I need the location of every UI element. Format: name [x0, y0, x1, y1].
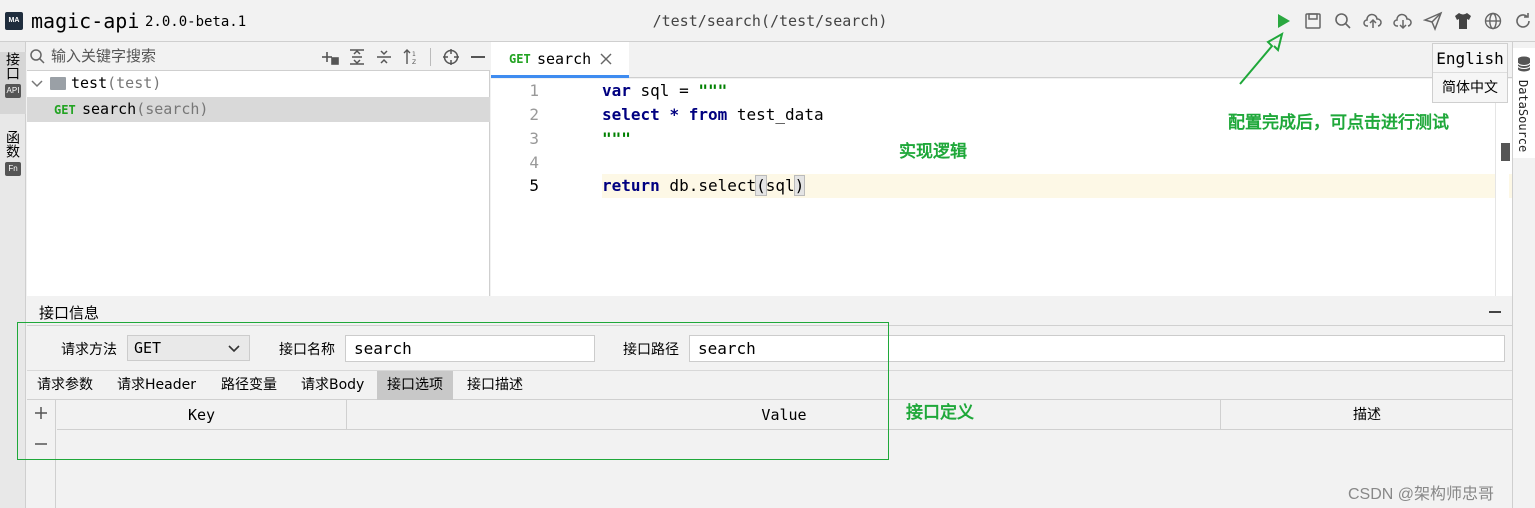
- sidebar-tab-function-label: 函数: [5, 130, 21, 158]
- app-name: magic-api: [31, 9, 140, 33]
- tree-item-label: search(search): [82, 100, 209, 118]
- line-number-gutter: 1 2 3 4 5: [491, 79, 601, 296]
- line-number: 4: [529, 153, 539, 172]
- line-number: 1: [529, 81, 539, 100]
- folder-icon: [50, 77, 66, 90]
- download-icon[interactable]: [1392, 10, 1414, 32]
- run-icon[interactable]: [1272, 10, 1294, 32]
- right-sidebar: DataSource: [1512, 42, 1535, 508]
- method-badge: GET: [509, 52, 531, 66]
- app-logo: MA: [5, 12, 23, 30]
- chevron-down-icon[interactable]: [31, 79, 43, 89]
- svg-text:1: 1: [412, 51, 416, 58]
- line-number-current: 5: [529, 176, 539, 195]
- method-badge: GET: [54, 103, 76, 117]
- code-line-current: return db.select(sql): [602, 174, 1512, 198]
- refresh-icon[interactable]: [1512, 10, 1534, 32]
- annotation-definition: 接口定义: [906, 403, 974, 423]
- sidebar-tab-function[interactable]: 函数 Fn: [0, 130, 26, 198]
- minimize-icon[interactable]: [467, 46, 488, 67]
- function-icon: Fn: [5, 162, 21, 176]
- tree-search-input[interactable]: [51, 45, 311, 67]
- annotation-run-hint: 配置完成后，可点击进行测试: [1228, 113, 1449, 133]
- column-header-description: 描述: [1353, 407, 1381, 423]
- app-version: 2.0.0-beta.1: [145, 14, 247, 30]
- line-number: 2: [529, 105, 539, 124]
- upload-icon[interactable]: [1362, 10, 1384, 32]
- api-icon: API: [5, 84, 21, 98]
- locate-icon[interactable]: [440, 46, 461, 67]
- line-number: 3: [529, 129, 539, 148]
- close-icon[interactable]: [599, 52, 613, 66]
- search-icon[interactable]: [1332, 10, 1354, 32]
- code-line: var sql = """: [602, 81, 728, 100]
- tab-label: search: [537, 50, 592, 68]
- tree-folder-label: test(test): [71, 74, 162, 92]
- api-tree-panel: 1Z test(test) GET search(search): [27, 42, 490, 296]
- svg-text:Z: Z: [412, 59, 416, 66]
- annotation-arrow-icon: [1239, 31, 1284, 85]
- header-toolbar: [1272, 10, 1534, 34]
- datasource-label: DataSource: [1516, 80, 1530, 153]
- tree-item-search[interactable]: GET search(search): [27, 97, 490, 122]
- language-option-english[interactable]: English: [1433, 44, 1507, 73]
- tree-toolbar: 1Z: [319, 46, 488, 67]
- language-icon[interactable]: [1482, 10, 1504, 32]
- tree-search-bar: 1Z: [27, 42, 490, 71]
- skin-icon[interactable]: [1452, 10, 1474, 32]
- current-api-path: /test/search(/test/search): [652, 12, 888, 30]
- expand-all-icon[interactable]: [346, 46, 367, 67]
- editor-tab-bar: GET search: [491, 42, 1512, 78]
- toolbar-divider: [430, 48, 431, 66]
- sidebar-tab-api[interactable]: 接口 API: [0, 52, 26, 114]
- language-option-chinese[interactable]: 简体中文: [1433, 73, 1507, 102]
- search-icon: [30, 49, 45, 64]
- tab-search[interactable]: GET search: [491, 42, 629, 78]
- annotation-logic: 实现逻辑: [899, 142, 967, 162]
- annotation-box-definition: [17, 322, 889, 460]
- database-icon: [1517, 56, 1531, 72]
- collapse-all-icon[interactable]: [373, 46, 394, 67]
- sidebar-tab-api-label: 接口: [5, 52, 21, 80]
- watermark: CSDN @架构师忠哥: [1348, 486, 1495, 503]
- push-icon[interactable]: [1422, 10, 1444, 32]
- language-menu: English 简体中文: [1432, 43, 1508, 103]
- minimize-icon[interactable]: [1489, 311, 1501, 313]
- scrollbar-thumb[interactable]: [1501, 143, 1510, 161]
- save-icon[interactable]: [1302, 10, 1324, 32]
- sort-icon[interactable]: 1Z: [400, 46, 421, 67]
- editor-scrollbar[interactable]: [1495, 79, 1510, 296]
- add-group-icon[interactable]: [319, 46, 340, 67]
- datasource-tab[interactable]: DataSource: [1513, 48, 1535, 158]
- app-header: MA magic-api 2.0.0-beta.1 /test/search(/…: [0, 0, 1535, 42]
- tree-folder-test[interactable]: test(test): [27, 71, 490, 96]
- panel-title: 接口信息: [39, 305, 100, 322]
